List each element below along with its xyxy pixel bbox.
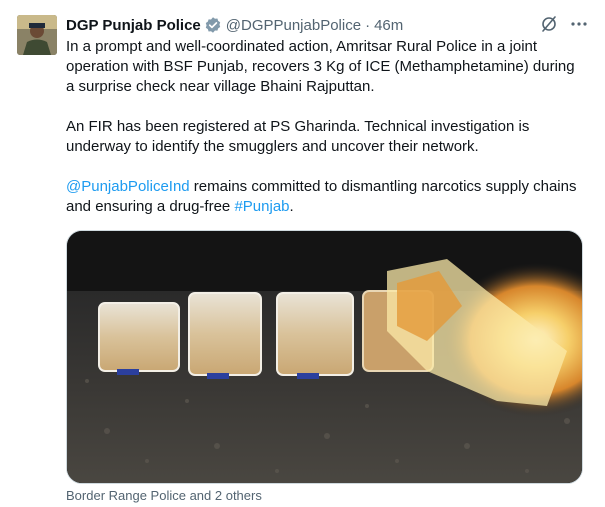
grok-icon[interactable] [539, 14, 559, 34]
avatar[interactable] [17, 15, 57, 55]
more-icon[interactable] [569, 14, 589, 34]
tweet-photo[interactable] [66, 230, 583, 484]
user-handle[interactable]: @DGPPunjabPolice [226, 17, 361, 34]
mention-link[interactable]: @PunjabPoliceInd [66, 178, 190, 195]
tweet-paragraph-3-end: . [289, 198, 294, 215]
timestamp[interactable]: 46m [374, 17, 403, 34]
verified-badge-icon [204, 16, 222, 34]
separator-dot: · [365, 16, 371, 34]
tweet-paragraph-1: In a prompt and well-coordinated action,… [66, 38, 575, 95]
tweet-paragraph-3: @PunjabPoliceInd remains committed to di… [66, 177, 586, 217]
tweet-header: DGP Punjab Police @DGPPunjabPolice · 46m [66, 14, 403, 36]
tweet-actions [539, 14, 589, 34]
tweet[interactable]: DGP Punjab Police @DGPPunjabPolice · 46m [0, 0, 605, 507]
display-name[interactable]: DGP Punjab Police [66, 17, 201, 34]
tweet-paragraph-2: An FIR has been registered at PS Gharind… [66, 118, 530, 155]
hashtag-link[interactable]: #Punjab [234, 198, 289, 215]
media-tags[interactable]: Border Range Police and 2 others [66, 488, 262, 503]
tweet-text: In a prompt and well-coordinated action,… [66, 37, 586, 217]
